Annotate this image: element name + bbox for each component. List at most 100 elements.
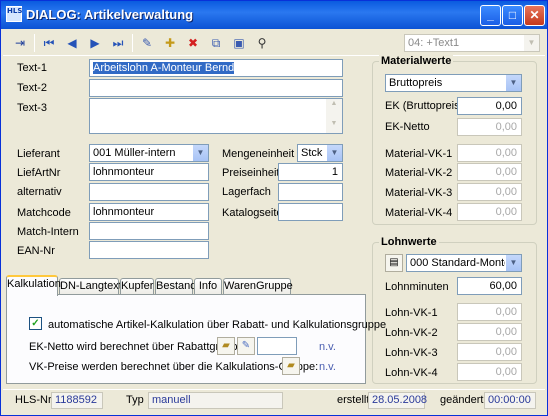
- next-record-icon[interactable]: ▶: [85, 33, 105, 53]
- ek-brutto-field[interactable]: 0,00: [457, 97, 522, 115]
- vk-kalkulation-text: VK-Preise werden berechnet über die Kalk…: [29, 361, 319, 373]
- price-type-value: Bruttopreis: [389, 77, 443, 89]
- lohn-vk1-field: 0,00: [457, 303, 522, 321]
- delete-icon[interactable]: ✖: [183, 33, 203, 53]
- matchintern-label: Match-Intern: [17, 226, 79, 238]
- lohn-vk4-field: 0,00: [457, 363, 522, 381]
- lohn-vk3-field: 0,00: [457, 343, 522, 361]
- tab-dn-langtext[interactable]: DN-Langtext: [59, 278, 122, 295]
- toolbar: ⇥ ⏮ ◀ ▶ ⏭ ✎ ✚ ✖ ⧉ ▣ ⚲ 04: +Text1 ▼: [6, 31, 544, 55]
- text3-scrollbar[interactable]: ▲ ▼: [326, 99, 342, 133]
- lohnwerte-title: Lohnwerte: [379, 236, 439, 248]
- tab-warengruppe[interactable]: WarenGruppe: [223, 278, 293, 295]
- lagerfach-field[interactable]: [278, 183, 343, 201]
- ek-netto-rabatt-text: EK-Netto wird berechnet über Rabattgrupp…: [29, 341, 244, 353]
- record-selector[interactable]: 04: +Text1 ▼: [404, 34, 540, 52]
- materialwerte-title: Materialwerte: [379, 55, 454, 67]
- chevron-down-icon[interactable]: ▼: [523, 35, 539, 51]
- monteur-picker-icon[interactable]: ▤: [385, 254, 403, 272]
- preiseinheit-label: Preiseinheit: [222, 167, 280, 179]
- lohnminuten-label: Lohnminuten: [385, 281, 449, 293]
- toolbar-separator: [34, 34, 35, 52]
- duplicate-icon[interactable]: ▣: [229, 33, 249, 53]
- preiseinheit-field[interactable]: 1: [278, 163, 343, 181]
- chevron-down-icon[interactable]: ▼: [326, 145, 342, 161]
- kalkulation-panel: ✓ automatische Artikel-Kalkulation über …: [6, 294, 386, 384]
- folder-icon[interactable]: ▰: [217, 337, 235, 355]
- material-vk4-label: Material-VK-4: [385, 207, 453, 219]
- tab-bestand[interactable]: Bestand: [155, 278, 196, 295]
- typ-label: Typ: [126, 394, 144, 406]
- copy-icon[interactable]: ⧉: [206, 33, 226, 53]
- ek-netto-field: 0,00: [457, 118, 522, 136]
- katalogseite-label: Katalogseite: [222, 207, 283, 219]
- folder-icon[interactable]: ▰: [282, 357, 300, 375]
- toolbar-divider: [3, 55, 545, 56]
- matchcode-label: Matchcode: [17, 207, 71, 219]
- hlsnr-value: 1188592: [51, 392, 103, 409]
- text2-field[interactable]: [89, 79, 343, 97]
- search-icon[interactable]: ⚲: [252, 33, 272, 53]
- tab-info[interactable]: Info: [194, 278, 222, 295]
- auto-kalkulation-checkbox[interactable]: ✓: [29, 317, 42, 330]
- lieferant-label: Lieferant: [17, 148, 60, 160]
- liefartnr-field[interactable]: lohnmonteur: [89, 163, 209, 181]
- previous-record-icon[interactable]: ◀: [62, 33, 82, 53]
- tab-kalkulation[interactable]: Kalkulation: [6, 275, 61, 296]
- edit-rabattgruppe-icon[interactable]: ✎: [237, 337, 255, 355]
- monteur-select[interactable]: 000 Standard-Monteur ▼: [406, 254, 522, 272]
- matchcode-field[interactable]: lohnmonteur: [89, 203, 209, 221]
- alternativ-label: alternativ: [17, 186, 62, 198]
- maximize-button[interactable]: □: [502, 5, 523, 26]
- app-logo-icon: HLS: [6, 6, 22, 22]
- mengeneinheit-select[interactable]: Stck ▼: [297, 144, 343, 162]
- minimize-button[interactable]: _: [480, 5, 501, 26]
- record-selector-value: 04: +Text1: [408, 37, 460, 49]
- window-title: DIALOG: Artikelverwaltung: [26, 7, 194, 22]
- alternativ-field[interactable]: [89, 183, 209, 201]
- artikelverwaltung-window: HLS DIALOG: Artikelverwaltung _ □ ✕ ⇥ ⏮ …: [0, 0, 548, 416]
- material-vk3-label: Material-VK-3: [385, 187, 453, 199]
- scroll-up-icon[interactable]: ▲: [328, 100, 340, 112]
- lieferant-select[interactable]: 001 Müller-intern ▼: [89, 144, 209, 162]
- toolbar-separator: [132, 34, 133, 52]
- chevron-down-icon[interactable]: ▼: [505, 255, 521, 271]
- last-record-icon[interactable]: ⏭: [108, 33, 128, 53]
- new-record-icon[interactable]: ✚: [160, 33, 180, 53]
- ek-netto-label: EK-Netto: [385, 121, 430, 133]
- kalkulationsgruppe-nv: n.v.: [319, 361, 336, 373]
- mengeneinheit-value: Stck: [301, 147, 323, 159]
- first-record-icon[interactable]: ⏮: [39, 33, 59, 53]
- tab-kupfer[interactable]: Kupfer: [120, 278, 154, 295]
- text3-field[interactable]: ▲ ▼: [89, 98, 343, 134]
- close-button[interactable]: ✕: [524, 5, 545, 26]
- katalogseite-field[interactable]: [278, 203, 343, 221]
- lohn-vk4-label: Lohn-VK-4: [385, 367, 438, 379]
- lagerfach-label: Lagerfach: [222, 186, 271, 198]
- material-vk1-field: 0,00: [457, 144, 522, 162]
- title-bar[interactable]: HLS DIALOG: Artikelverwaltung _ □ ✕: [1, 1, 547, 29]
- exit-icon[interactable]: ⇥: [10, 33, 30, 53]
- ek-brutto-label: EK (Bruttopreis): [385, 100, 464, 112]
- scroll-down-icon[interactable]: ▼: [328, 120, 340, 132]
- matchintern-field[interactable]: [89, 222, 209, 240]
- text1-field[interactable]: Arbeitslohn A-Monteur Bernd: [89, 59, 343, 77]
- chevron-down-icon[interactable]: ▼: [505, 75, 521, 91]
- mengeneinheit-label: Mengeneinheit: [222, 148, 295, 160]
- text2-label: Text-2: [17, 82, 47, 94]
- lieferant-value: 001 Müller-intern: [93, 147, 176, 159]
- text3-label: Text-3: [17, 102, 47, 114]
- hlsnr-label: HLS-Nr: [15, 394, 52, 406]
- ean-field[interactable]: [89, 241, 209, 259]
- edit-icon[interactable]: ✎: [137, 33, 157, 53]
- lohn-vk1-label: Lohn-VK-1: [385, 307, 438, 319]
- rabattgruppe-field[interactable]: [257, 337, 297, 355]
- ean-label: EAN-Nr: [17, 245, 55, 257]
- erstellt-value: 28.05.2008: [368, 392, 427, 409]
- chevron-down-icon[interactable]: ▼: [192, 145, 208, 161]
- typ-value: manuell: [148, 392, 283, 409]
- lohn-vk2-label: Lohn-VK-2: [385, 327, 438, 339]
- price-type-select[interactable]: Bruttopreis ▼: [385, 74, 522, 92]
- liefartnr-label: LiefArtNr: [17, 167, 61, 179]
- lohnminuten-field[interactable]: 60,00: [457, 277, 522, 295]
